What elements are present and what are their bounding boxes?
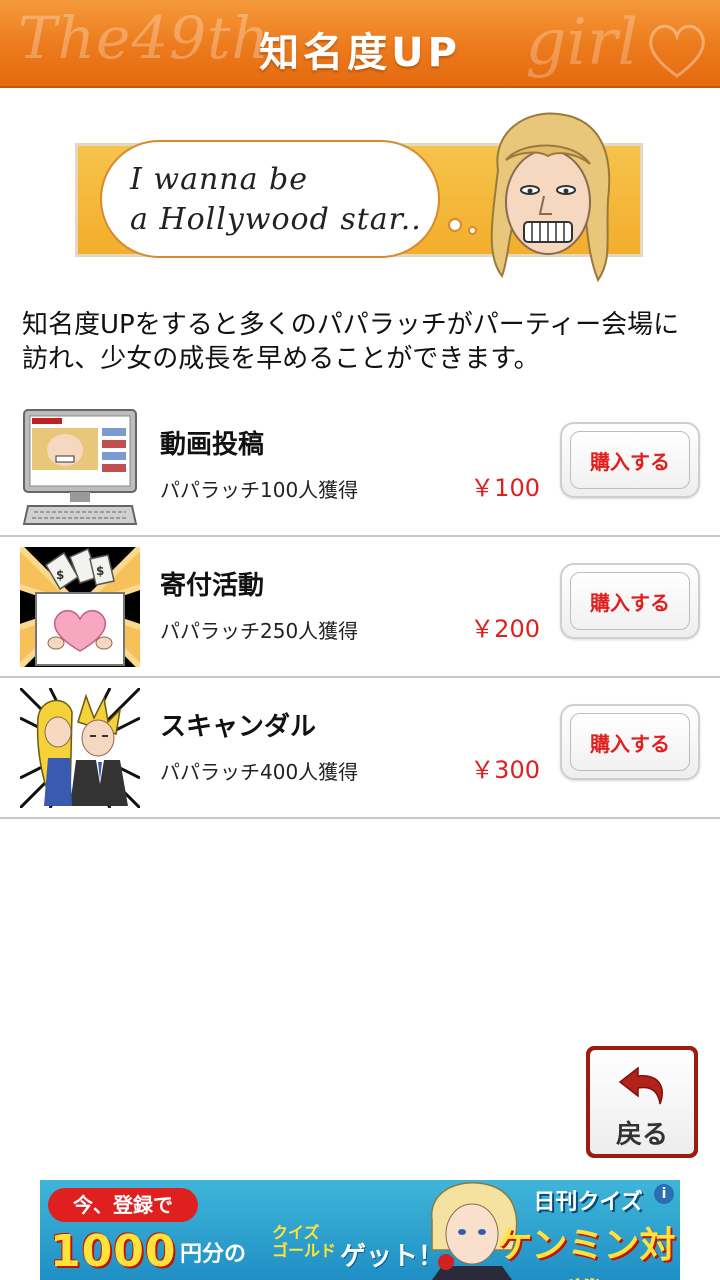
ad-quiz-gold-line-1: クイズ	[272, 1223, 320, 1242]
ad-register-pill: 今、登録で	[48, 1188, 198, 1222]
ad-battle-title: ケンミン対戦	[496, 1225, 676, 1280]
svg-text:$: $	[96, 564, 104, 578]
ad-banner[interactable]: 今、登録で 1000 円分の クイズ ゴールド ゲット！ 日刊クイズ ケンミン対…	[40, 1180, 680, 1280]
item-name: 動画投稿	[160, 430, 265, 460]
shop-item: スキャンダル パパラッチ400人獲得 ￥300 購入する	[0, 678, 720, 819]
banner-line-1: I wanna be	[130, 162, 308, 197]
item-price: ￥200	[470, 615, 540, 643]
svg-text:$: $	[56, 568, 64, 582]
item-name: 寄付活動	[160, 571, 265, 601]
computer-video-icon	[22, 409, 138, 525]
buy-button-video[interactable]: 購入する	[560, 422, 700, 498]
banner-phrase: I wanna be a Hollywood star..	[130, 160, 430, 240]
speech-dot	[448, 218, 462, 232]
ad-info-icon[interactable]: i	[654, 1184, 674, 1204]
buy-button-donation[interactable]: 購入する	[560, 563, 700, 639]
ad-brand: 日刊クイズ	[533, 1190, 643, 1215]
item-price: ￥100	[470, 474, 540, 502]
buy-button-label: 購入する	[570, 713, 690, 771]
ad-quiz-gold-line-2: ゴールド	[272, 1241, 337, 1260]
app-header: The49th girl 知名度UP	[0, 0, 720, 88]
ad-quiz-gold: クイズ ゴールド	[272, 1224, 336, 1260]
hollywood-banner: I wanna be a Hollywood star..	[75, 112, 643, 283]
page-title: 知名度UP	[259, 30, 461, 76]
scandal-couple-icon	[20, 688, 140, 808]
back-button-label: 戻る	[615, 1120, 668, 1150]
ad-yen-text: 円分の	[180, 1242, 247, 1267]
buy-button-label: 購入する	[570, 431, 690, 489]
item-gain: パパラッチ100人獲得	[160, 478, 359, 502]
buy-button-scandal[interactable]: 購入する	[560, 704, 700, 780]
item-name: スキャンダル	[160, 712, 317, 742]
buy-button-label: 購入する	[570, 572, 690, 630]
ad-amount: 1000	[50, 1226, 177, 1277]
speech-dot	[468, 226, 477, 235]
item-gain: パパラッチ400人獲得	[160, 760, 359, 784]
donation-box-icon: $ $	[20, 547, 140, 667]
banner-line-2: a Hollywood star..	[130, 202, 422, 237]
shop-item: 動画投稿 パパラッチ100人獲得 ￥100 購入する	[0, 396, 720, 537]
item-price: ￥300	[470, 756, 540, 784]
shop-item: $ $ 寄付活動 パパラッチ250人獲得 ￥200 購入する	[0, 537, 720, 678]
blonde-man-face-icon	[490, 112, 611, 283]
return-arrow-icon	[618, 1066, 663, 1105]
back-button-face: 戻る	[590, 1050, 694, 1154]
description-text: 知名度UPをすると多くのパパラッチがパーティー会場に訪れ、少女の成長を早めること…	[22, 310, 680, 374]
item-gain: パパラッチ250人獲得	[160, 619, 359, 643]
back-button[interactable]: 戻る	[586, 1046, 698, 1158]
